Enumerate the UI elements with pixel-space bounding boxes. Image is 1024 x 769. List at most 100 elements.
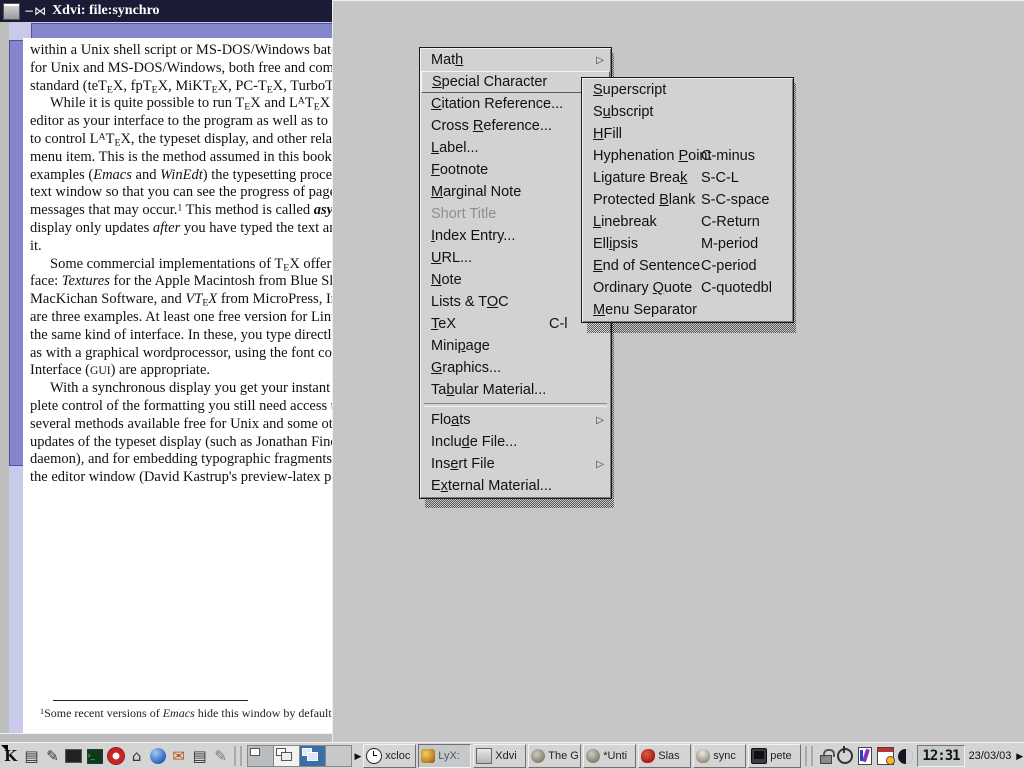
pager-expand-arrow[interactable]: ▶ — [354, 745, 363, 767]
browser-globe-icon[interactable] — [148, 745, 167, 767]
klipper-icon[interactable] — [857, 746, 873, 766]
submenu-arrow-icon: ▷ — [596, 415, 604, 426]
xdvi-vscroll-thumb[interactable] — [9, 40, 24, 466]
ic-moz — [641, 749, 655, 763]
xdvi-text-line: are three examples. At least one free ve… — [30, 309, 332, 327]
xdvi-horizontal-scrollbar[interactable] — [9, 22, 332, 39]
task-xclock[interactable]: xcloc — [363, 744, 416, 768]
insert-menu-item-graphics[interactable]: Graphics... — [421, 357, 610, 379]
special-char-item-hyphenation-point[interactable]: Hyphenation PointC-minus — [583, 145, 792, 167]
desktop: −⋈ Xdvi: file:synchro within a Unix shel… — [0, 0, 1024, 768]
xdvi-text-line: With a synchronous display you get your … — [30, 380, 332, 398]
xdvi-text-line: While it is quite possible to run TEX an… — [30, 95, 332, 113]
insert-menu-item-tabular-material[interactable]: Tabular Material... — [421, 379, 610, 401]
insert-menu-item-include-file[interactable]: Include File... — [421, 431, 610, 453]
task-label: *Unti — [603, 750, 627, 762]
ic-lyx — [421, 749, 435, 763]
window-list-icon[interactable]: ▤ — [22, 745, 41, 767]
special-char-item-linebreak[interactable]: LinebreakC-Return — [583, 211, 792, 233]
task-untitled[interactable]: *Unti — [583, 744, 636, 768]
task-lyx[interactable]: LyX: — [418, 744, 471, 768]
special-char-item-superscript[interactable]: Superscript — [583, 79, 792, 101]
special-character-submenu: SuperscriptSubscriptHFillHyphenation Poi… — [581, 77, 794, 323]
xdvi-text-line: MacKichan Software, and VTEX from MicroP… — [30, 291, 332, 309]
ic-gnu — [586, 749, 600, 763]
task-label: LyX: — [438, 750, 460, 762]
task-the-g[interactable]: The G — [528, 744, 581, 768]
special-char-item-ligature-break[interactable]: Ligature BreakS-C-L — [583, 167, 792, 189]
lock-icon[interactable] — [818, 746, 834, 766]
ic-xdvi — [476, 748, 492, 764]
xdvi-text-line: display only updates after you have type… — [30, 220, 332, 238]
submenu-arrow-icon: ▷ — [596, 459, 604, 470]
pager-desktop-3[interactable] — [300, 746, 326, 766]
pager-desktop-2[interactable] — [274, 746, 300, 766]
task-slashdot[interactable]: Slas — [638, 744, 691, 768]
task-xdvi[interactable]: Xdvi — [473, 744, 526, 768]
xdvi-vertical-scrollbar[interactable] — [9, 38, 24, 733]
pager-desktop-4[interactable] — [326, 746, 351, 766]
special-char-item-ordinary-quote[interactable]: Ordinary QuoteC-quotedbl — [583, 277, 792, 299]
task-konsole[interactable]: pete — [748, 744, 801, 768]
task-label: The G — [548, 750, 579, 762]
insert-menu-item-floats[interactable]: Floats▷ — [421, 409, 610, 431]
special-char-item-menu-separator[interactable]: Menu Separator — [583, 299, 792, 321]
shortcut-label: S-C-L — [701, 170, 739, 186]
menu-separator — [424, 403, 607, 407]
logout-power-icon[interactable] — [837, 746, 853, 766]
panel-grip[interactable] — [805, 746, 812, 766]
insert-menu-item-minipage[interactable]: Minipage — [421, 335, 610, 357]
terminal-icon[interactable]: ›_ — [85, 745, 104, 767]
documents-icon[interactable]: ▤ — [190, 745, 209, 767]
shortcut-label: C-l — [549, 316, 568, 332]
xdvi-text-line: editor as your interface to the program … — [30, 113, 332, 131]
special-char-item-hfill[interactable]: HFill — [583, 123, 792, 145]
xdvi-text-line: several methods available free for Unix … — [30, 416, 332, 434]
special-char-item-subscript[interactable]: Subscript — [583, 101, 792, 123]
editor-pen-icon[interactable]: ✎ — [211, 745, 230, 767]
insert-menu-item-insert-file[interactable]: Insert File▷ — [421, 453, 610, 475]
clock-date[interactable]: 23/03/03 — [965, 750, 1016, 762]
footnote-rule — [53, 700, 248, 701]
xdvi-text-line: the editor window (David Kastrup's previ… — [30, 469, 332, 487]
mail-icon[interactable]: ✉ — [169, 745, 188, 767]
insert-menu-item-math[interactable]: Math▷ — [421, 49, 610, 71]
organizer-icon[interactable] — [877, 746, 894, 766]
xdvi-pin-icon[interactable]: −⋈ — [24, 4, 46, 18]
shortcut-label: C-minus — [701, 148, 755, 164]
ic-gnu — [531, 749, 545, 763]
shortcut-label: C-Return — [701, 214, 760, 230]
desktop-pager — [247, 745, 352, 767]
xdvi-window: −⋈ Xdvi: file:synchro within a Unix shel… — [0, 0, 332, 742]
xdvi-text-line: the same kind of interface. In these, yo… — [30, 327, 332, 345]
taskbar: K ▤ ✎ ›_ ⌂ ✉ ▤ ✎ ▶ xcloc LyX: Xdvi The G *Un… — [0, 742, 1024, 769]
pager-desktop-1[interactable] — [248, 746, 274, 766]
special-char-item-end-of-sentence[interactable]: End of SentenceC-period — [583, 255, 792, 277]
moon-phase-icon[interactable] — [898, 746, 914, 766]
help-icon[interactable] — [106, 745, 125, 767]
xdvi-text-line: text window so that you can see the prog… — [30, 184, 332, 202]
ic-xclock — [366, 748, 382, 764]
ic-konsole — [751, 748, 767, 764]
shortcut-label: C-quotedbl — [701, 280, 772, 296]
k-menu-button[interactable]: K — [1, 745, 20, 767]
clock-time: 12:31 — [922, 748, 959, 764]
xdvi-hscroll-thumb[interactable] — [31, 23, 333, 39]
home-icon[interactable]: ⌂ — [127, 745, 146, 767]
xdvi-text-line: face: Textures for the Apple Macintosh f… — [30, 273, 332, 291]
panel-grip[interactable] — [234, 746, 241, 766]
special-char-item-protected-blank[interactable]: Protected BlankS-C-space — [583, 189, 792, 211]
knotes-icon[interactable]: ✎ — [43, 745, 62, 767]
special-char-item-ellipsis[interactable]: EllipsisM-period — [583, 233, 792, 255]
task-label: Xdvi — [495, 750, 516, 762]
shortcut-label: C-period — [701, 258, 757, 274]
xdvi-text-line: for Unix and MS-DOS/Windows, both free a… — [30, 60, 332, 78]
xdvi-text-line: menu item. This is the method assumed in… — [30, 149, 332, 167]
insert-menu-item-external-material[interactable]: External Material... — [421, 475, 610, 497]
xdvi-titlebar[interactable]: −⋈ Xdvi: file:synchro — [0, 0, 332, 23]
task-label: Slas — [658, 750, 679, 762]
clock-applet[interactable]: 12:31 — [917, 745, 964, 767]
task-synchro[interactable]: sync — [693, 744, 746, 768]
panel-hide-arrow[interactable]: ▶ — [1015, 745, 1024, 767]
desktop-icon[interactable] — [64, 745, 83, 767]
